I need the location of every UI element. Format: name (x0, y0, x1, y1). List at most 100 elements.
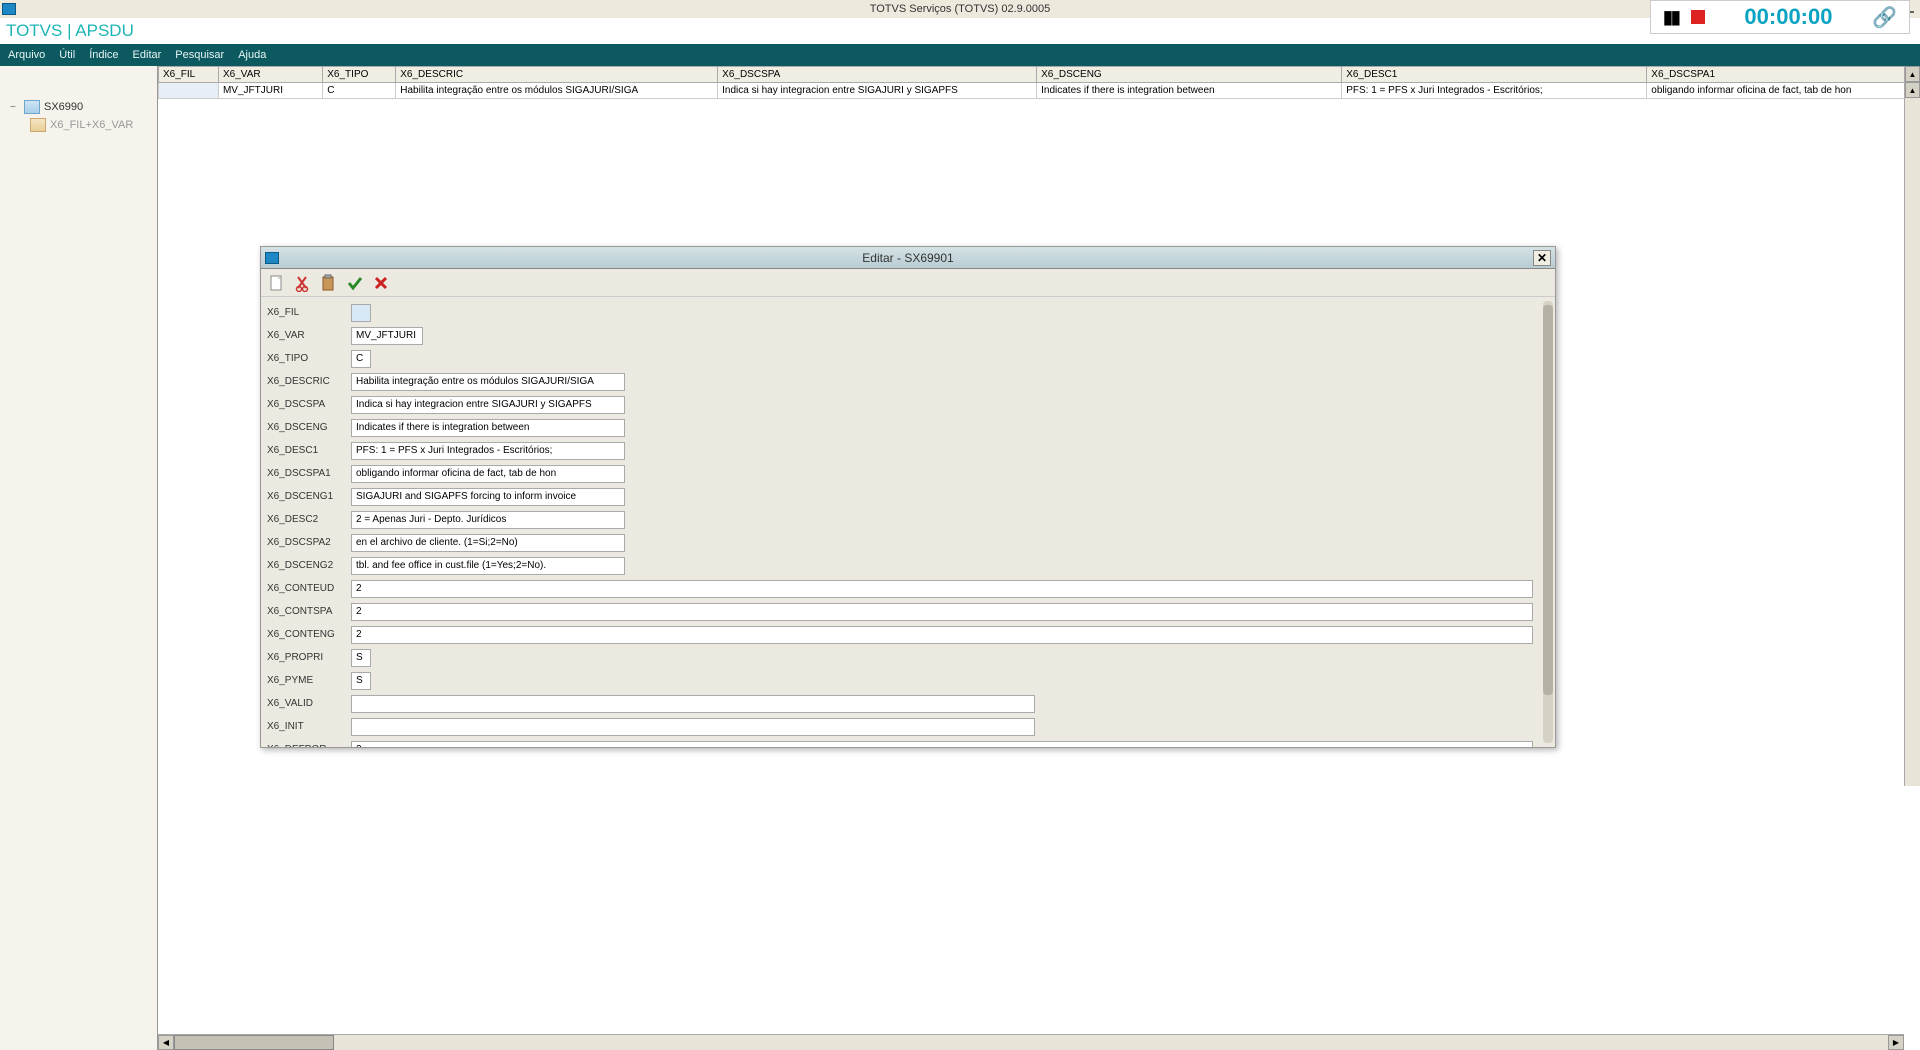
col-x6-var[interactable]: X6_VAR (218, 67, 322, 83)
cell[interactable]: Habilita integração entre os módulos SIG… (396, 83, 718, 99)
menu-editar[interactable]: Editar (133, 49, 162, 61)
grid-area: X6_FIL X6_VAR X6_TIPO X6_DESCRIC X6_DSCS… (158, 66, 1920, 1050)
input-x6-init[interactable] (351, 718, 1035, 736)
label-x6-init: X6_INIT (267, 721, 351, 732)
tree-child[interactable]: X6_FIL+X6_VAR (24, 116, 157, 134)
col-x6-fil[interactable]: X6_FIL (159, 67, 219, 83)
label-x6-desc2: X6_DESC2 (267, 514, 351, 525)
input-x6-dsceng[interactable] (351, 419, 625, 437)
data-grid[interactable]: X6_FIL X6_VAR X6_TIPO X6_DESCRIC X6_DSCS… (158, 66, 1920, 99)
input-x6-dscspa[interactable] (351, 396, 625, 414)
menu-arquivo[interactable]: Arquivo (8, 49, 45, 61)
recorder-timer: 00:00:00 (1717, 4, 1860, 30)
input-x6-dsceng2[interactable] (351, 557, 625, 575)
cell[interactable]: MV_JFTJURI (218, 83, 322, 99)
label-x6-dsceng2: X6_DSCENG2 (267, 560, 351, 571)
dialog-title: Editar - SX69901 (862, 251, 953, 265)
label-x6-conteud: X6_CONTEUD (267, 583, 351, 594)
recorder-bar: ▮▮ 00:00:00 🔗 (1650, 0, 1910, 34)
input-x6-defpor[interactable] (351, 741, 1533, 748)
stop-icon[interactable] (1691, 10, 1705, 24)
input-x6-dscspa1[interactable] (351, 465, 625, 483)
menu-util[interactable]: Útil (59, 49, 75, 61)
tree-root-label: SX6990 (44, 101, 83, 113)
edit-dialog: Editar - SX69901 ✕ X6_FIL X6_VAR X6_TIPO… (260, 246, 1556, 748)
dialog-scrollbar[interactable] (1543, 301, 1553, 743)
label-x6-dsceng1: X6_DSCENG1 (267, 491, 351, 502)
tree-panel: − SX6990 X6_FIL+X6_VAR (0, 66, 158, 1050)
col-x6-desc1[interactable]: X6_DESC1 (1342, 67, 1647, 83)
label-x6-defpor: X6_DEFPOR (267, 744, 351, 747)
label-x6-contspa: X6_CONTSPA (267, 606, 351, 617)
hscroll-thumb[interactable] (174, 1035, 334, 1050)
grid-vscrollbar[interactable]: ▲ ▲ (1904, 66, 1920, 786)
index-icon (30, 118, 46, 132)
cell[interactable] (159, 83, 219, 99)
dialog-toolbar (261, 269, 1555, 297)
cancel-icon[interactable] (371, 273, 391, 293)
scroll-right-icon[interactable]: ▶ (1888, 1035, 1904, 1050)
titlebar: TOTVS Serviços (TOTVS) 02.9.0005 (0, 0, 1920, 18)
label-x6-descric: X6_DESCRIC (267, 376, 351, 387)
label-x6-dscspa2: X6_DSCSPA2 (267, 537, 351, 548)
paste-icon[interactable] (319, 273, 339, 293)
dialog-titlebar[interactable]: Editar - SX69901 ✕ (261, 247, 1555, 269)
label-x6-desc1: X6_DESC1 (267, 445, 351, 456)
input-x6-descric[interactable] (351, 373, 625, 391)
input-x6-dscspa2[interactable] (351, 534, 625, 552)
cell[interactable]: Indicates if there is integration betwee… (1037, 83, 1342, 99)
table-icon (24, 100, 40, 114)
dialog-body: X6_FIL X6_VAR X6_TIPO X6_DESCRIC X6_DSCS… (261, 297, 1555, 747)
label-x6-propri: X6_PROPRI (267, 652, 351, 663)
cell[interactable]: Indica si hay integracion entre SIGAJURI… (718, 83, 1037, 99)
menu-indice[interactable]: Índice (89, 49, 118, 61)
input-x6-conteng[interactable] (351, 626, 1533, 644)
scrollbar-thumb[interactable] (1543, 305, 1553, 695)
input-x6-desc1[interactable] (351, 442, 625, 460)
menu-pesquisar[interactable]: Pesquisar (175, 49, 224, 61)
tree-root[interactable]: − SX6990 (4, 98, 157, 116)
input-x6-var[interactable] (351, 327, 423, 345)
input-x6-contspa[interactable] (351, 603, 1533, 621)
app-header: TOTVS | APSDU (0, 18, 1920, 44)
label-x6-tipo: X6_TIPO (267, 353, 351, 364)
label-x6-pyme: X6_PYME (267, 675, 351, 686)
cell[interactable]: PFS: 1 = PFS x Juri Integrados - Escritó… (1342, 83, 1647, 99)
input-x6-conteud[interactable] (351, 580, 1533, 598)
cut-icon[interactable] (293, 273, 313, 293)
menu-ajuda[interactable]: Ajuda (238, 49, 266, 61)
input-x6-propri[interactable] (351, 649, 371, 667)
menubar: Arquivo Útil Índice Editar Pesquisar Aju… (0, 44, 1920, 66)
tree-child-label: X6_FIL+X6_VAR (50, 119, 133, 131)
confirm-icon[interactable] (345, 273, 365, 293)
col-x6-descric[interactable]: X6_DESCRIC (396, 67, 718, 83)
input-x6-desc2[interactable] (351, 511, 625, 529)
collapse-icon[interactable]: − (10, 102, 20, 113)
scroll-up2-icon[interactable]: ▲ (1905, 82, 1920, 98)
label-x6-fil: X6_FIL (267, 307, 351, 318)
table-row[interactable]: MV_JFTJURI C Habilita integração entre o… (159, 83, 1920, 99)
link-icon[interactable]: 🔗 (1872, 5, 1897, 30)
pause-icon[interactable]: ▮▮ (1663, 7, 1679, 28)
label-x6-dscspa: X6_DSCSPA (267, 399, 351, 410)
input-x6-fil[interactable] (351, 304, 371, 322)
input-x6-tipo[interactable] (351, 350, 371, 368)
input-x6-valid[interactable] (351, 695, 1035, 713)
window-icon (2, 3, 16, 15)
col-x6-tipo[interactable]: X6_TIPO (323, 67, 396, 83)
col-x6-dsceng[interactable]: X6_DSCENG (1037, 67, 1342, 83)
window-title: TOTVS Serviços (TOTVS) 02.9.0005 (870, 3, 1051, 15)
scroll-left-icon[interactable]: ◀ (158, 1035, 174, 1050)
col-x6-dscspa1[interactable]: X6_DSCSPA1 (1647, 67, 1920, 83)
new-icon[interactable] (267, 273, 287, 293)
input-x6-dsceng1[interactable] (351, 488, 625, 506)
cell[interactable]: obligando informar oficina de fact, tab … (1647, 83, 1920, 99)
col-x6-dscspa[interactable]: X6_DSCSPA (718, 67, 1037, 83)
dialog-icon (265, 252, 279, 264)
close-button[interactable]: ✕ (1533, 250, 1551, 266)
label-x6-dscspa1: X6_DSCSPA1 (267, 468, 351, 479)
scroll-up-icon[interactable]: ▲ (1905, 66, 1920, 82)
cell[interactable]: C (323, 83, 396, 99)
input-x6-pyme[interactable] (351, 672, 371, 690)
grid-hscrollbar[interactable]: ◀ ▶ (158, 1034, 1904, 1050)
